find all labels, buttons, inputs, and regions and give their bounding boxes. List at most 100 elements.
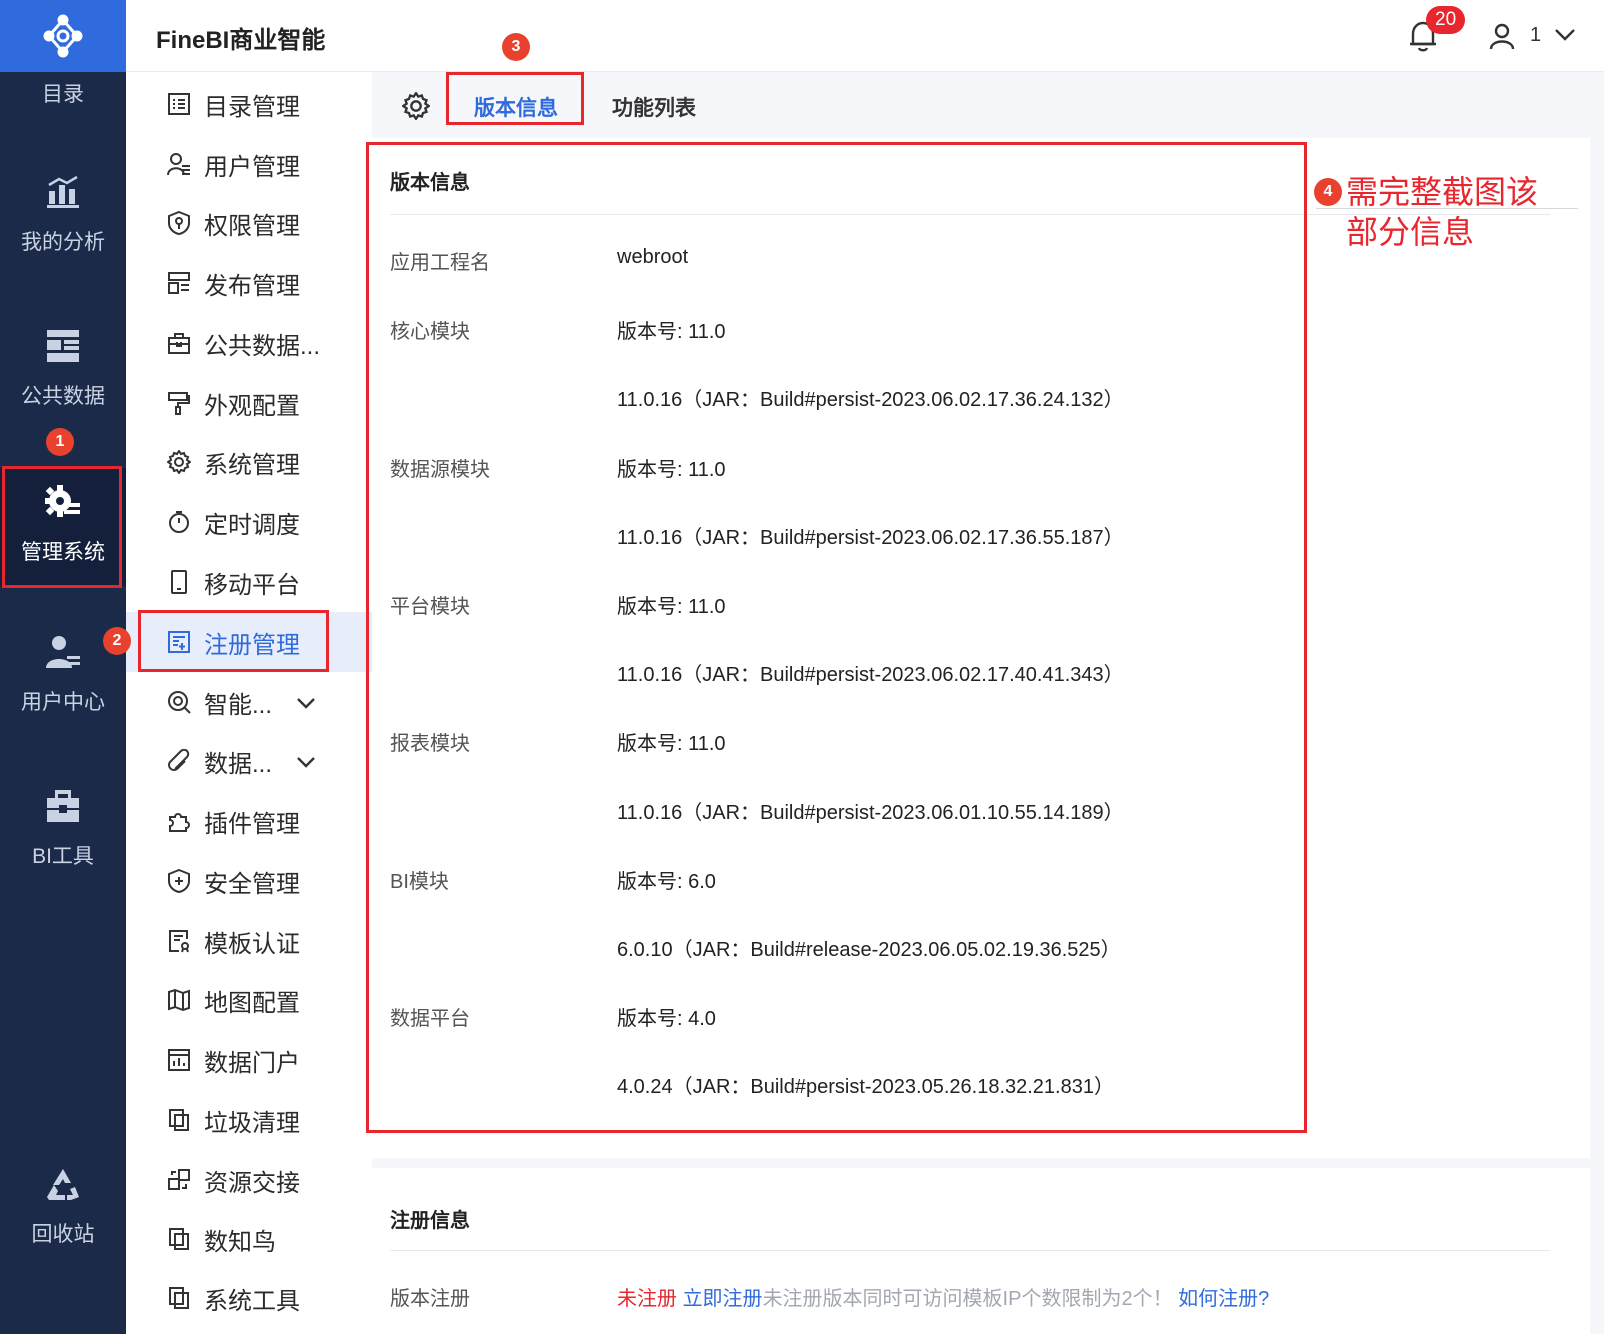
tab-bar: 版本信息 功能列表 [372, 72, 1604, 138]
rail-item-my-analysis[interactable]: 我的分析 [0, 172, 126, 256]
left-rail: 目录 我的分析 公共数据 管理系统 用户中心 BI工具 回收站 [0, 0, 126, 1334]
recycle-icon [43, 1164, 83, 1204]
submenu-item-label: 移动平台 [204, 571, 300, 599]
resource-handover-icon [166, 1167, 192, 1193]
notification-count-badge[interactable]: 20 [1426, 6, 1466, 34]
row-value: webroot [617, 246, 689, 268]
settings-gear-icon [166, 449, 192, 475]
plugin-icon [166, 808, 192, 834]
register-icon [166, 629, 192, 655]
submenu-item-label: 数据门户 [204, 1049, 300, 1077]
step-marker-1: 1 [46, 428, 74, 456]
submenu-item-mobile[interactable]: 移动平台 [126, 552, 372, 612]
section-title: 注册信息 [390, 1210, 470, 1232]
section-title: 版本信息 [390, 172, 470, 194]
map-icon [166, 987, 192, 1013]
submenu-item-resource-handover[interactable]: 资源交接 [126, 1150, 372, 1210]
rail-item-label: 公共数据 [21, 385, 105, 408]
how-to-register-link[interactable]: 如何注册? [1178, 1288, 1269, 1310]
submenu-item-public-data[interactable]: 公共数据... [126, 313, 372, 373]
row-label: 应用工程名 [390, 252, 490, 274]
submenu-item-cleanup[interactable]: 垃圾清理 [126, 1090, 372, 1150]
submenu-item-appearance[interactable]: 外观配置 [126, 373, 372, 433]
submenu-item-smart[interactable]: 智能... [126, 672, 372, 732]
row-value: 4.0.24（JAR：Build#persist-2023.05.26.18.3… [617, 1076, 1114, 1098]
rail-item-public-data[interactable]: 公共数据 [0, 326, 126, 410]
user-name[interactable]: 1 [1530, 24, 1541, 47]
submenu-item-label: 模板认证 [204, 930, 300, 958]
submenu-item-data[interactable]: 数据... [126, 731, 372, 791]
submenu-item-system-tools[interactable]: 系统工具 [126, 1268, 372, 1328]
analysis-chart-icon [43, 172, 83, 212]
row-value: 版本号: 11.0 [617, 321, 726, 343]
registration-panel: 注册信息 版本注册 未注册 立即注册未注册版本同时可访问模板IP个数限制为2个！… [372, 1168, 1604, 1334]
row-label: BI模块 [390, 871, 449, 893]
submenu-item-label: 安全管理 [204, 870, 300, 898]
cleanup-icon [166, 1107, 192, 1133]
submenu-item-label: 数知鸟 [204, 1228, 276, 1256]
chevron-down-icon[interactable] [296, 747, 316, 775]
rail-item-recycle-bin[interactable]: 回收站 [0, 1164, 126, 1248]
submenu-item-label: 注册管理 [204, 631, 300, 659]
row-value: 11.0.16（JAR：Build#persist-2023.06.02.17.… [617, 389, 1124, 411]
submenu-item-shuzhiniao[interactable]: 数知鸟 [126, 1209, 372, 1269]
divider [390, 1250, 1550, 1251]
top-bar: FineBI商业智能 20 1 [126, 0, 1604, 72]
app-title: FineBI商业智能 [156, 27, 326, 54]
step-marker-3: 3 [502, 33, 530, 61]
mobile-icon [166, 569, 192, 595]
timer-icon [166, 509, 192, 535]
submenu-item-label: 数据... [204, 750, 273, 778]
submenu-item-label: 定时调度 [204, 511, 300, 539]
public-data-briefcase-icon [166, 330, 192, 356]
submenu-item-users[interactable]: 用户管理 [126, 134, 372, 194]
row-label: 核心模块 [390, 321, 470, 343]
submenu-item-label: 系统管理 [204, 451, 300, 479]
chevron-down-icon[interactable] [1554, 28, 1576, 47]
user-avatar-icon[interactable] [1488, 22, 1516, 55]
shuzhiniao-icon [166, 1226, 192, 1252]
rail-item-label: 用户中心 [21, 691, 105, 714]
tab-version-info[interactable]: 版本信息 [474, 92, 558, 122]
submenu-item-label: 公共数据... [204, 332, 321, 360]
security-shield-icon [166, 868, 192, 894]
admin-gear-icon [43, 482, 83, 522]
list-icon [166, 91, 192, 117]
public-data-icon [43, 326, 83, 366]
submenu-item-data-portal[interactable]: 数据门户 [126, 1030, 372, 1090]
row-label: 数据源模块 [390, 459, 490, 481]
admin-submenu: 目录管理 用户管理 权限管理 发布管理 公共数据... 外观配置 系统管理 定时… [126, 72, 372, 1334]
submenu-item-label: 权限管理 [204, 212, 300, 240]
submenu-item-permissions[interactable]: 权限管理 [126, 193, 372, 253]
rail-item-label: 我的分析 [21, 231, 105, 254]
submenu-item-publish[interactable]: 发布管理 [126, 253, 372, 313]
submenu-item-label: 用户管理 [204, 153, 300, 181]
chevron-down-icon[interactable] [296, 688, 316, 716]
submenu-item-label: 外观配置 [204, 392, 300, 420]
settings-gear-icon[interactable] [401, 91, 431, 125]
submenu-item-map[interactable]: 地图配置 [126, 970, 372, 1030]
registration-status-line: 未注册 立即注册未注册版本同时可访问模板IP个数限制为2个！ 如何注册? [617, 1282, 1269, 1311]
submenu-item-system[interactable]: 系统管理 [126, 432, 372, 492]
row-value: 11.0.16（JAR：Build#persist-2023.06.02.17.… [617, 664, 1124, 686]
row-value: 6.0.10（JAR：Build#release-2023.06.05.02.1… [617, 939, 1121, 961]
finebi-logo[interactable] [0, 0, 126, 72]
submenu-item-catalog[interactable]: 目录管理 [126, 74, 372, 134]
data-portal-icon [166, 1047, 192, 1073]
submenu-item-template-cert[interactable]: 模板认证 [126, 911, 372, 971]
submenu-item-plugins[interactable]: 插件管理 [126, 791, 372, 851]
submenu-item-scheduling[interactable]: 定时调度 [126, 492, 372, 552]
rail-item-bi-tools[interactable]: BI工具 [0, 786, 126, 870]
row-label: 数据平台 [390, 1008, 470, 1030]
tab-feature-list[interactable]: 功能列表 [612, 92, 696, 122]
row-value: 版本号: 4.0 [617, 1008, 716, 1030]
register-now-link[interactable]: 立即注册 [683, 1288, 763, 1310]
row-value: 版本号: 11.0 [617, 733, 726, 755]
row-label: 版本注册 [390, 1288, 470, 1310]
data-link-icon [166, 748, 192, 774]
submenu-item-registration[interactable]: 注册管理 [126, 612, 372, 672]
rail-item-catalog[interactable]: 目录 [0, 78, 126, 108]
rail-item-admin-system[interactable]: 管理系统 [0, 468, 126, 586]
submenu-item-security[interactable]: 安全管理 [126, 851, 372, 911]
right-gutter [1590, 138, 1604, 1334]
